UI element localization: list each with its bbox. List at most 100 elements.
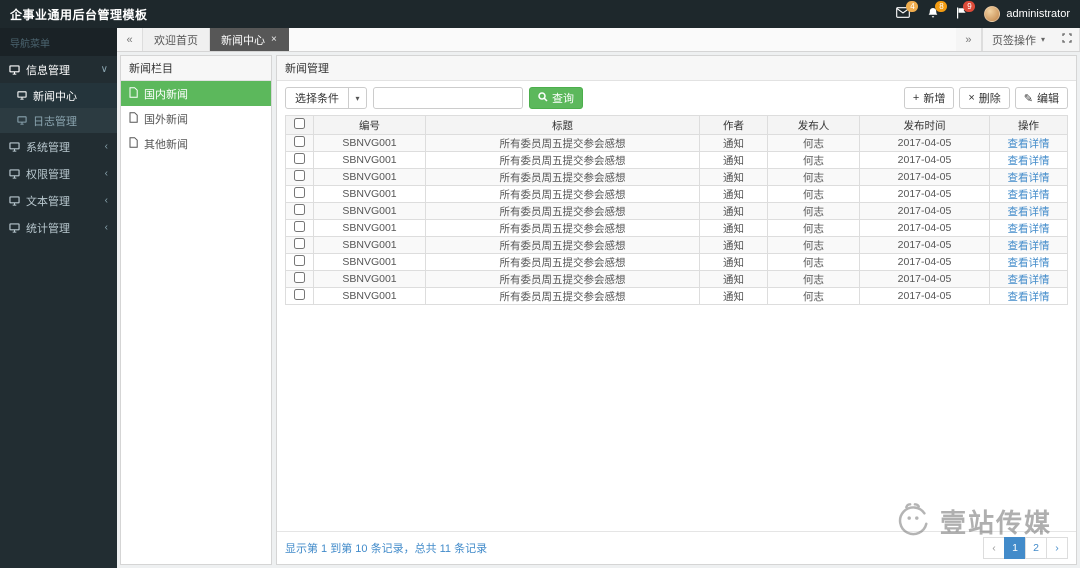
add-button[interactable]: + 新增 — [903, 87, 955, 109]
topbar-actions: 4 8 9 administrator — [896, 0, 1070, 22]
cell-id: SBNVG001 — [313, 236, 426, 254]
document-icon — [129, 86, 138, 101]
row-checkbox[interactable] — [294, 204, 305, 215]
row-select-cell — [285, 270, 314, 288]
sidebar-item-label: 文本管理 — [26, 195, 70, 208]
row-checkbox[interactable] — [294, 153, 305, 164]
toolbar-right-buttons: + 新增 × 删除 ✎ 编辑 — [903, 87, 1068, 109]
avatar — [984, 6, 1001, 22]
view-detail-link[interactable]: 查看详情 — [1008, 257, 1050, 269]
row-checkbox[interactable] — [294, 170, 305, 181]
table-row: SBNVG001 所有委员周五提交参会感想 通知 何志 2017-04-05 查看详情 — [285, 236, 1068, 254]
tabs-scroll-left-button[interactable]: « — [117, 28, 143, 51]
sidebar-item-label: 系统管理 — [26, 141, 70, 154]
cell-date: 2017-04-05 — [859, 134, 990, 152]
fullscreen-button[interactable] — [1054, 28, 1080, 51]
sidebar-item-stats-mgmt[interactable]: 统计管理 ‹ — [0, 214, 117, 241]
search-input[interactable] — [373, 87, 523, 109]
column-header-date: 发布时间 — [859, 115, 990, 135]
cell-title: 所有委员周五提交参会感想 — [425, 202, 700, 220]
sidebar-item-info-mgmt[interactable]: 信息管理 ∨ — [0, 56, 117, 83]
search-icon — [538, 91, 548, 105]
condition-dropdown[interactable]: 选择条件 ▾ — [285, 87, 367, 109]
tab-welcome-home[interactable]: 欢迎首页 — [143, 28, 210, 51]
plus-icon: + — [912, 92, 920, 104]
cell-publisher: 何志 — [767, 270, 860, 288]
row-checkbox[interactable] — [294, 255, 305, 266]
cell-actions: 查看详情 — [989, 219, 1068, 237]
cell-actions: 查看详情 — [989, 253, 1068, 271]
table-row: SBNVG001 所有委员周五提交参会感想 通知 何志 2017-04-05 查看详情 — [285, 168, 1068, 186]
app-title: 企事业通用后台管理模板 — [10, 7, 148, 22]
condition-dropdown-label: 选择条件 — [295, 93, 339, 105]
view-detail-link[interactable]: 查看详情 — [1008, 189, 1050, 201]
chevron-left-icon: ‹ — [104, 222, 108, 233]
cell-actions: 查看详情 — [989, 185, 1068, 203]
cell-actions: 查看详情 — [989, 134, 1068, 152]
table-row: SBNVG001 所有委员周五提交参会感想 通知 何志 2017-04-05 查看详情 — [285, 270, 1068, 288]
edit-button[interactable]: ✎ 编辑 — [1014, 87, 1068, 109]
sidebar-item-log-mgmt[interactable]: 日志管理 — [0, 108, 117, 133]
close-icon[interactable]: × — [271, 34, 277, 45]
page-button-2[interactable]: 2 — [1025, 537, 1047, 559]
row-checkbox[interactable] — [294, 221, 305, 232]
row-checkbox[interactable] — [294, 272, 305, 283]
column-item-foreign-news[interactable]: 国外新闻 — [121, 106, 271, 131]
view-detail-link[interactable]: 查看详情 — [1008, 240, 1050, 252]
view-detail-link[interactable]: 查看详情 — [1008, 274, 1050, 286]
columns-panel-title: 新闻栏目 — [121, 56, 271, 81]
user-menu[interactable]: administrator — [984, 6, 1070, 22]
sidebar-item-news-center[interactable]: 新闻中心 — [0, 83, 117, 108]
edit-button-label: 编辑 — [1037, 93, 1059, 105]
cell-date: 2017-04-05 — [859, 236, 990, 254]
column-item-domestic-news[interactable]: 国内新闻 — [121, 81, 271, 106]
row-checkbox[interactable] — [294, 136, 305, 147]
view-detail-link[interactable]: 查看详情 — [1008, 291, 1050, 303]
view-detail-link[interactable]: 查看详情 — [1008, 155, 1050, 167]
sidebar-item-permission-mgmt[interactable]: 权限管理 ‹ — [0, 160, 117, 187]
cell-title: 所有委员周五提交参会感想 — [425, 151, 700, 169]
monitor-icon — [9, 222, 20, 233]
view-detail-link[interactable]: 查看详情 — [1008, 206, 1050, 218]
cell-author: 通知 — [699, 202, 768, 220]
row-select-cell — [285, 253, 314, 271]
row-checkbox[interactable] — [294, 289, 305, 300]
tab-news-center[interactable]: 新闻中心 × — [210, 28, 289, 51]
monitor-icon — [9, 64, 20, 75]
cell-publisher: 何志 — [767, 202, 860, 220]
messages-button[interactable]: 4 — [896, 1, 919, 21]
cell-author: 通知 — [699, 270, 768, 288]
sidebar-item-text-mgmt[interactable]: 文本管理 ‹ — [0, 187, 117, 214]
tab-operations-dropdown[interactable]: 页签操作 ▾ — [981, 28, 1054, 51]
notifications-button[interactable]: 8 — [927, 0, 948, 22]
cell-id: SBNVG001 — [313, 202, 426, 220]
tab-operations-label: 页签操作 — [991, 34, 1036, 47]
add-button-label: 新增 — [923, 93, 946, 105]
delete-button[interactable]: × 删除 — [959, 87, 1010, 109]
tasks-button[interactable]: 9 — [956, 0, 976, 22]
row-checkbox[interactable] — [294, 187, 305, 198]
tabs-scroll-right-button[interactable]: » — [955, 28, 982, 51]
monitor-icon — [9, 168, 20, 179]
cell-publisher: 何志 — [767, 151, 860, 169]
column-item-other-news[interactable]: 其他新闻 — [121, 131, 271, 156]
page-button-1[interactable]: 1 — [1004, 537, 1026, 559]
column-item-label: 国外新闻 — [144, 113, 188, 126]
view-detail-link[interactable]: 查看详情 — [1008, 138, 1050, 150]
cell-publisher: 何志 — [767, 134, 860, 152]
sidebar-item-system-mgmt[interactable]: 系统管理 ‹ — [0, 133, 117, 160]
cell-title: 所有委员周五提交参会感想 — [425, 219, 700, 237]
page-next-button[interactable]: › — [1046, 537, 1068, 559]
select-all-checkbox[interactable] — [294, 118, 305, 129]
cell-publisher: 何志 — [767, 219, 860, 237]
caret-down-icon: ▾ — [348, 88, 366, 108]
news-table: 编号 标题 作者 发布人 发布时间 操作 SBNVG001 所有委员周五提交参会感… — [285, 115, 1068, 305]
query-button[interactable]: 查询 — [529, 87, 583, 109]
view-detail-link[interactable]: 查看详情 — [1008, 223, 1050, 235]
row-checkbox[interactable] — [294, 238, 305, 249]
cell-actions: 查看详情 — [989, 287, 1068, 305]
row-select-cell — [285, 219, 314, 237]
page-prev-button[interactable]: ‹ — [983, 537, 1005, 559]
row-select-cell — [285, 236, 314, 254]
view-detail-link[interactable]: 查看详情 — [1008, 172, 1050, 184]
